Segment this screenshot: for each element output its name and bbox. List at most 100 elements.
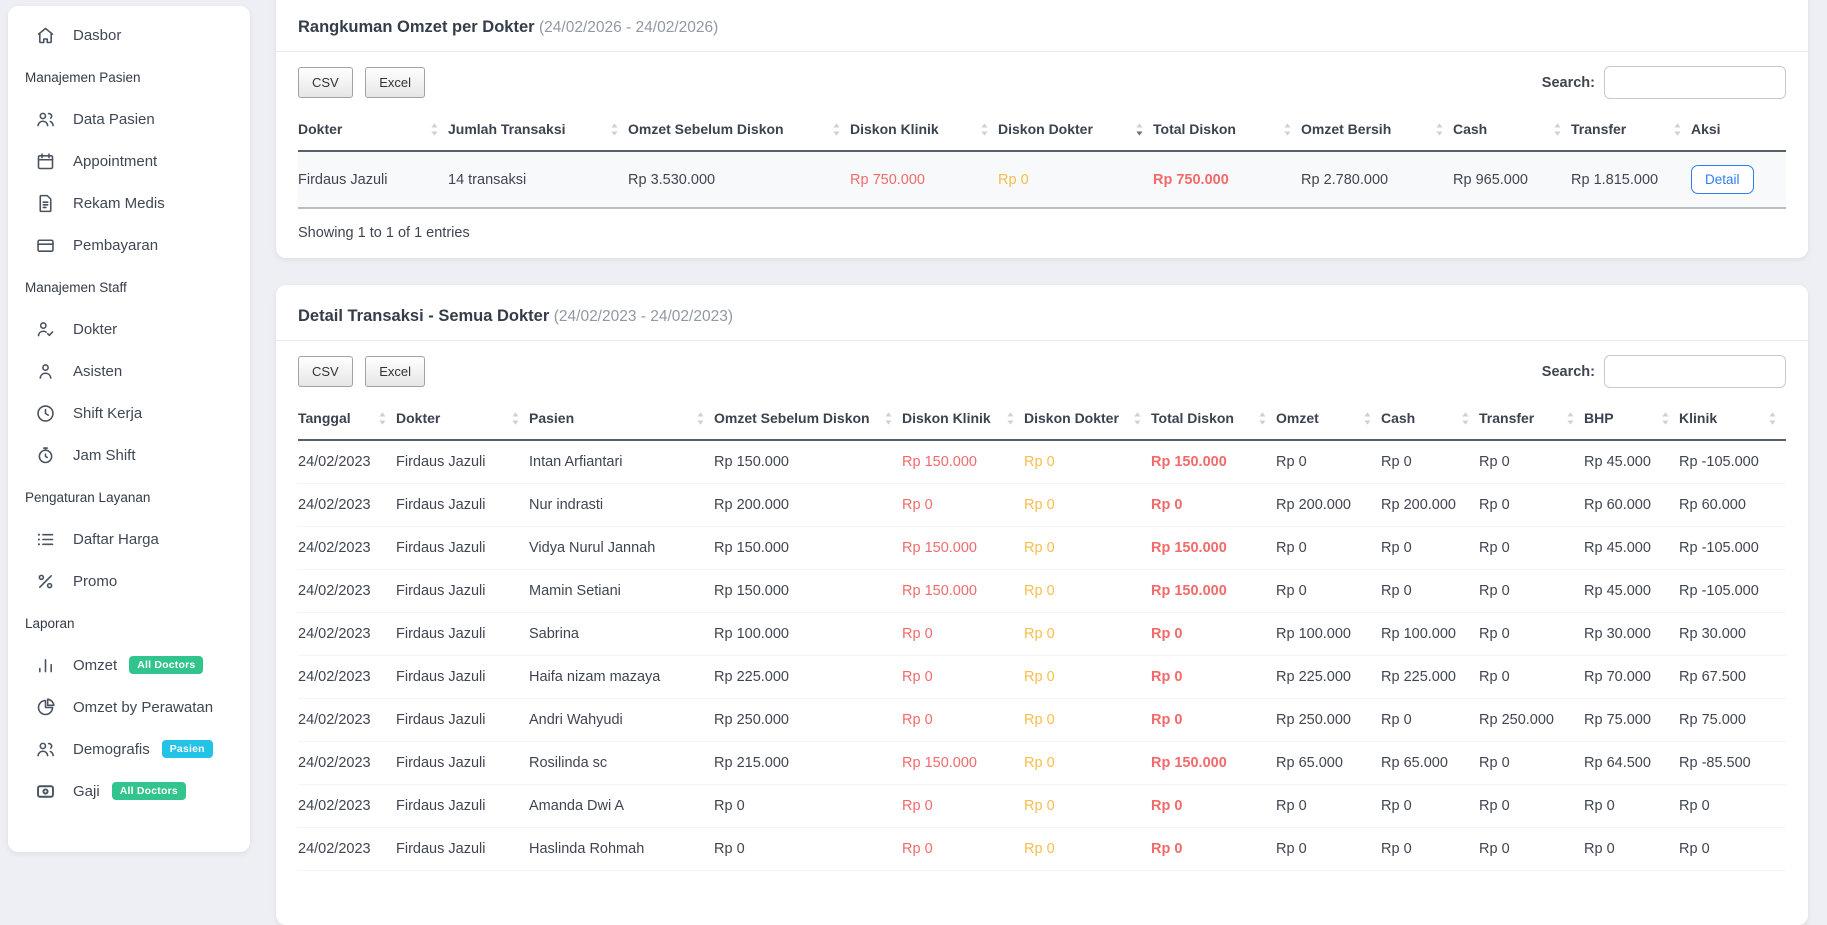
column-header[interactable]: BHP ▲▼ (1584, 399, 1679, 440)
cell-pasien: Haslinda Rohmah (529, 828, 714, 871)
cell-diskon-dokter: Rp 0 (1024, 484, 1151, 527)
cell-tanggal: 24/02/2023 (298, 699, 396, 742)
search-input[interactable] (1604, 66, 1786, 99)
column-header[interactable]: Tanggal ▲▼ (298, 399, 396, 440)
column-header[interactable]: Klinik ▲▼ (1679, 399, 1786, 440)
table-row: 24/02/2023 Firdaus Jazuli Rosilinda sc R… (298, 742, 1786, 785)
pasien-badge: Pasien (162, 740, 213, 758)
all-doctors-badge: All Doctors (129, 656, 203, 674)
cell-total-diskon: Rp 150.000 (1151, 527, 1276, 570)
column-header[interactable]: Omzet ▲▼ (1276, 399, 1381, 440)
column-header[interactable]: Jumlah Transaksi ▲▼ (448, 110, 628, 151)
table-row: 24/02/2023 Firdaus Jazuli Amanda Dwi A R… (298, 785, 1786, 828)
sort-icons: ▲▼ (1259, 412, 1266, 427)
sort-icons: ▲▼ (1136, 123, 1143, 138)
cell-omzet: Rp 0 (1276, 785, 1381, 828)
cell-bhp: Rp 30.000 (1584, 613, 1679, 656)
cell-cash: Rp 65.000 (1381, 742, 1479, 785)
sidebar-item-daftar-harga[interactable]: Daftar Harga (8, 518, 250, 560)
column-header-label: Pasien (529, 410, 574, 426)
csv-button[interactable]: CSV (298, 356, 353, 387)
sidebar-item-promo[interactable]: Promo (8, 560, 250, 602)
cell-dokter: Firdaus Jazuli (396, 785, 529, 828)
user-icon (35, 361, 56, 382)
cell-dokter: Firdaus Jazuli (298, 151, 448, 208)
sort-icons: ▲▼ (1134, 412, 1141, 427)
column-header[interactable]: Total Diskon ▲▼ (1151, 399, 1276, 440)
sidebar-item-rekam-medis[interactable]: Rekam Medis (8, 182, 250, 224)
users-icon (35, 739, 56, 760)
cell-diskon-klinik: Rp 0 (902, 613, 1024, 656)
sidebar: Dasbor Manajemen Pasien Data Pasien Appo… (8, 6, 250, 852)
column-header-label: BHP (1584, 410, 1614, 426)
cell-omzet: Rp 65.000 (1276, 742, 1381, 785)
sidebar-item-omzet[interactable]: Omzet All Doctors (8, 644, 250, 686)
cell-pasien: Haifa nizam mazaya (529, 656, 714, 699)
search-input[interactable] (1604, 355, 1786, 388)
csv-button[interactable]: CSV (298, 67, 353, 98)
cell-total-diskon: Rp 150.000 (1151, 742, 1276, 785)
sidebar-item-demografis[interactable]: Demografis Pasien (8, 728, 250, 770)
sidebar-item-pembayaran[interactable]: Pembayaran (8, 224, 250, 266)
percent-icon (35, 571, 56, 592)
cell-diskon-klinik: Rp 0 (902, 656, 1024, 699)
column-header-label: Jumlah Transaksi (448, 121, 566, 137)
column-header[interactable]: Omzet Sebelum Diskon ▲▼ (628, 110, 850, 151)
column-header[interactable]: Diskon Dokter ▲▼ (998, 110, 1153, 151)
sidebar-item-dasbor[interactable]: Dasbor (8, 14, 250, 56)
column-header[interactable]: Diskon Klinik ▲▼ (850, 110, 998, 151)
table-row: 24/02/2023 Firdaus Jazuli Andri Wahyudi … (298, 699, 1786, 742)
column-header[interactable]: Aksi ▲▼ (1691, 110, 1786, 151)
column-header[interactable]: Pasien ▲▼ (529, 399, 714, 440)
sidebar-item-dokter[interactable]: Dokter (8, 308, 250, 350)
column-header[interactable]: Dokter ▲▼ (298, 110, 448, 151)
sort-icons: ▲▼ (1284, 123, 1291, 138)
sidebar-item-label: Shift Kerja (73, 405, 142, 422)
bar-chart-icon (35, 655, 56, 676)
excel-button[interactable]: Excel (365, 67, 425, 98)
cell-diskon-klinik: Rp 0 (902, 484, 1024, 527)
cell-klinik: Rp 75.000 (1679, 699, 1786, 742)
sidebar-item-gaji[interactable]: Gaji All Doctors (8, 770, 250, 812)
column-header-label: Omzet Bersih (1301, 121, 1391, 137)
column-header[interactable]: Omzet Bersih ▲▼ (1301, 110, 1453, 151)
cell-pasien: Andri Wahyudi (529, 699, 714, 742)
sidebar-item-label: Dokter (73, 321, 117, 338)
column-header[interactable]: Dokter ▲▼ (396, 399, 529, 440)
cell-omzet: Rp 0 (1276, 440, 1381, 484)
sidebar-section-laporan: Laporan (8, 602, 250, 644)
column-header-label: Omzet Sebelum Diskon (628, 121, 784, 137)
column-header[interactable]: Transfer ▲▼ (1571, 110, 1691, 151)
excel-button[interactable]: Excel (365, 356, 425, 387)
sidebar-item-shift-kerja[interactable]: Shift Kerja (8, 392, 250, 434)
cell-omzet: Rp 250.000 (1276, 699, 1381, 742)
panel-title: Rangkuman Omzet per Dokter (298, 18, 535, 36)
sidebar-item-appointment[interactable]: Appointment (8, 140, 250, 182)
sort-icons: ▲▼ (1554, 123, 1561, 138)
watch-icon (35, 445, 56, 466)
sidebar-item-asisten[interactable]: Asisten (8, 350, 250, 392)
detail-button[interactable]: Detail (1691, 165, 1754, 194)
column-header[interactable]: Diskon Klinik ▲▼ (902, 399, 1024, 440)
sidebar-item-label: Gaji (73, 783, 100, 800)
column-header[interactable]: Transfer ▲▼ (1479, 399, 1584, 440)
detail-transaksi-panel: Detail Transaksi - Semua Dokter (24/02/2… (276, 285, 1808, 925)
cell-omzet: Rp 0 (1276, 570, 1381, 613)
sidebar-item-label: Asisten (73, 363, 122, 380)
cell-omzet-sebelum-diskon: Rp 200.000 (714, 484, 902, 527)
cell-dokter: Firdaus Jazuli (396, 656, 529, 699)
credit-card-icon (35, 235, 56, 256)
cell-dokter: Firdaus Jazuli (396, 484, 529, 527)
cell-pasien: Mamin Setiani (529, 570, 714, 613)
column-header[interactable]: Cash ▲▼ (1453, 110, 1571, 151)
cell-jumlah-transaksi: 14 transaksi (448, 151, 628, 208)
column-header[interactable]: Cash ▲▼ (1381, 399, 1479, 440)
sidebar-item-jam-shift[interactable]: Jam Shift (8, 434, 250, 476)
column-header[interactable]: Omzet Sebelum Diskon ▲▼ (714, 399, 902, 440)
sidebar-item-data-pasien[interactable]: Data Pasien (8, 98, 250, 140)
cell-klinik: Rp 67.500 (1679, 656, 1786, 699)
cell-diskon-klinik: Rp 150.000 (902, 570, 1024, 613)
column-header[interactable]: Diskon Dokter ▲▼ (1024, 399, 1151, 440)
column-header[interactable]: Total Diskon ▲▼ (1153, 110, 1301, 151)
sidebar-item-omzet-by-perawatan[interactable]: Omzet by Perawatan (8, 686, 250, 728)
